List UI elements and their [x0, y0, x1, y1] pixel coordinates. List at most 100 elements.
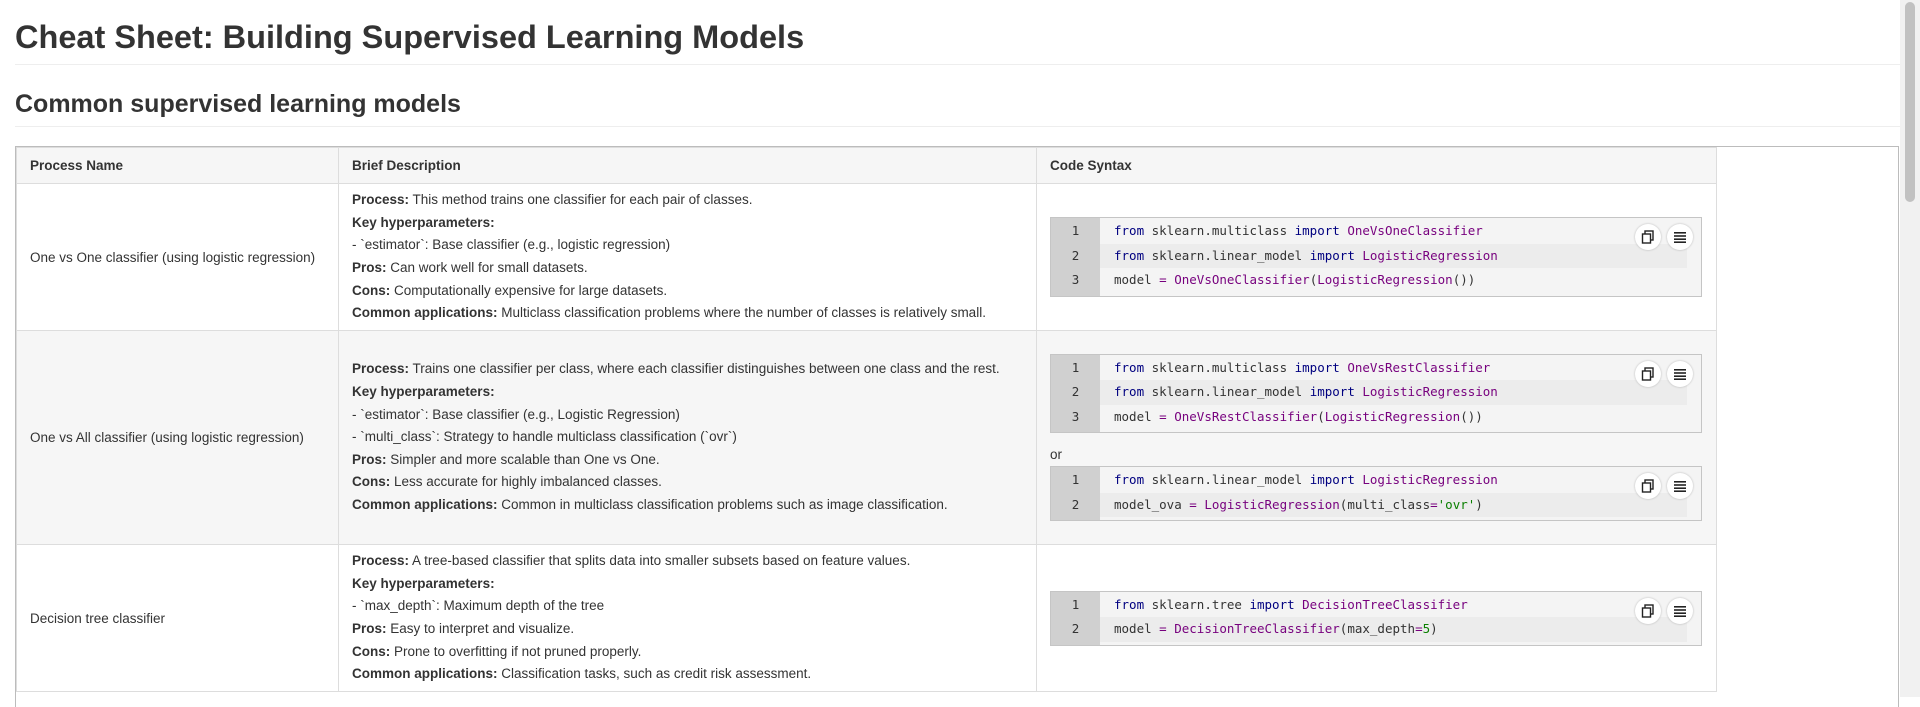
desc-line: Pros: Can work well for small datasets. [352, 257, 1023, 280]
copy-icon[interactable] [1635, 473, 1661, 500]
desc-line: - `estimator`: Base classifier (e.g., lo… [352, 234, 1023, 257]
header-brief-description: Brief Description [338, 147, 1037, 184]
line-number: 1 [1071, 596, 1080, 612]
desc-line: Common applications: Classification task… [352, 663, 1023, 686]
code-block[interactable]: 1 2 3 from sklearn.multiclass import One… [1050, 353, 1702, 434]
or-label: or [1050, 447, 1063, 463]
code-block-toolbar [1635, 224, 1693, 251]
line-number: 1 [1071, 472, 1080, 488]
line-number-gutter: 1 2 [1051, 467, 1100, 521]
table-row: One vs One classifier (using logistic re… [16, 183, 1717, 331]
desc-label: Cons: [352, 643, 391, 659]
table-row: Decision tree classifier Process: A tree… [16, 544, 1717, 692]
desc-text: Easy to interpret and visualize. [386, 621, 575, 636]
page-scrollbar[interactable] [1900, 0, 1920, 697]
desc-label: Cons: [352, 282, 391, 298]
line-number-gutter: 1 2 [1051, 591, 1100, 645]
line-number: 2 [1071, 384, 1080, 400]
desc-label: Common applications: [352, 305, 498, 321]
code-block-toolbar [1635, 360, 1693, 387]
wrap-lines-icon[interactable] [1667, 597, 1693, 624]
desc-line: Key hyperparameters: [352, 212, 1023, 235]
scrollbar-thumb[interactable] [1905, 2, 1915, 202]
code-line: model = OneVsRestClassifier(LogisticRegr… [1114, 408, 1483, 424]
desc-label: Pros: [352, 260, 387, 275]
table-row: One vs All classifier (using logistic re… [16, 330, 1717, 545]
desc-line: Key hyperparameters: [352, 381, 1023, 404]
desc-text: Multiclass classification problems where… [497, 305, 986, 321]
header-code-syntax: Code Syntax [1036, 147, 1717, 184]
code-block-toolbar [1635, 597, 1693, 624]
desc-label: Key hyperparameters: [352, 214, 495, 230]
desc-label: Key hyperparameters: [352, 384, 495, 400]
code-line: model = DecisionTreeClassifier(max_depth… [1100, 617, 1687, 642]
header-process-name: Process Name [16, 147, 339, 184]
copy-icon[interactable] [1635, 224, 1661, 251]
line-number: 3 [1071, 408, 1080, 424]
copy-icon[interactable] [1635, 597, 1661, 624]
code-block[interactable]: 1 2 3 from sklearn.multiclass import One… [1050, 217, 1702, 297]
copy-icon[interactable] [1635, 360, 1661, 387]
table-header-row: Process Name Brief Description Code Synt… [16, 147, 1717, 184]
desc-text: Less accurate for highly imbalanced clas… [390, 474, 662, 490]
code-cell: 1 2 3 from sklearn.multiclass import One… [1036, 183, 1717, 331]
desc-line: Common applications: Multiclass classifi… [352, 302, 1023, 325]
code-line: from sklearn.linear_model import Logisti… [1100, 380, 1687, 405]
line-number: 2 [1071, 621, 1080, 636]
desc-label: Process: [352, 361, 410, 377]
code-block[interactable]: 1 2 from sklearn.tree import DecisionTre… [1050, 590, 1702, 646]
desc-text: - `estimator`: Base classifier (e.g., Lo… [352, 406, 680, 422]
wrap-lines-icon[interactable] [1667, 360, 1693, 387]
code-lines: from sklearn.tree import DecisionTreeCla… [1100, 591, 1701, 645]
models-table-wrapper: Process Name Brief Description Code Synt… [15, 146, 1899, 707]
desc-text: Common in multiclass classification prob… [497, 496, 948, 512]
page-title: Cheat Sheet: Building Supervised Learnin… [15, 0, 1900, 65]
desc-line: Common applications: Common in multiclas… [352, 494, 1023, 517]
code-lines: from sklearn.linear_model import Logisti… [1100, 467, 1701, 521]
desc-label: Process: [352, 192, 410, 208]
desc-line: - `multi_class`: Strategy to handle mult… [352, 426, 1023, 449]
process-name-cell: One vs One classifier (using logistic re… [16, 183, 339, 331]
line-number-gutter: 1 2 3 [1051, 218, 1100, 296]
wrap-lines-icon[interactable] [1667, 473, 1693, 500]
desc-text: Classification tasks, such as credit ris… [497, 666, 812, 682]
line-number: 2 [1071, 496, 1080, 512]
code-lines: from sklearn.multiclass import OneVsOneC… [1100, 218, 1701, 296]
desc-label: Cons: [352, 474, 391, 490]
code-block-toolbar [1635, 473, 1693, 500]
description-cell: Process: Trains one classifier per class… [338, 330, 1037, 545]
wrap-lines-icon[interactable] [1667, 224, 1693, 251]
desc-line: Cons: Less accurate for highly imbalance… [352, 471, 1023, 494]
desc-label: Common applications: [352, 666, 498, 682]
code-block[interactable]: 1 2 from sklearn.linear_model import Log… [1050, 466, 1702, 522]
code-line: model_ova = LogisticRegression(multi_cla… [1100, 492, 1687, 518]
description-cell: Process: A tree-based classifier that sp… [338, 544, 1037, 692]
line-number: 1 [1071, 359, 1080, 375]
desc-label: Key hyperparameters: [352, 575, 495, 591]
desc-line: Process: A tree-based classifier that sp… [352, 550, 1023, 573]
description-cell: Process: This method trains one classifi… [338, 183, 1037, 331]
code-line: from sklearn.linear_model import Logisti… [1100, 243, 1687, 269]
line-number: 2 [1071, 247, 1080, 263]
line-number: 3 [1071, 272, 1080, 288]
line-number-gutter: 1 2 3 [1051, 354, 1100, 433]
desc-line: Process: Trains one classifier per class… [352, 358, 1023, 381]
desc-line: Pros: Simpler and more scalable than One… [352, 449, 1023, 472]
desc-line: - `estimator`: Base classifier (e.g., Lo… [352, 404, 1023, 427]
code-line: model = OneVsOneClassifier(LogisticRegre… [1114, 272, 1476, 288]
desc-line: - `max_depth`: Maximum depth of the tree [352, 595, 1023, 618]
desc-line: Cons: Computationally expensive for larg… [352, 280, 1023, 303]
desc-text: Computationally expensive for large data… [390, 282, 668, 298]
code-cell: 1 2 from sklearn.tree import DecisionTre… [1036, 544, 1717, 692]
desc-text: - `estimator`: Base classifier (e.g., lo… [352, 237, 671, 253]
process-name-cell: One vs All classifier (using logistic re… [16, 330, 339, 545]
page: Cheat Sheet: Building Supervised Learnin… [15, 0, 1900, 707]
desc-text: Prone to overfitting if not pruned prope… [390, 643, 642, 659]
code-line: from sklearn.multiclass import OneVsRest… [1114, 359, 1491, 375]
section-title: Common supervised learning models [15, 89, 1900, 127]
desc-line: Cons: Prone to overfitting if not pruned… [352, 641, 1023, 664]
desc-line: Key hyperparameters: [352, 573, 1023, 596]
desc-label: Pros: [352, 621, 387, 636]
desc-line: Pros: Easy to interpret and visualize. [352, 618, 1023, 641]
desc-text: Trains one classifier per class, where e… [409, 361, 1000, 377]
